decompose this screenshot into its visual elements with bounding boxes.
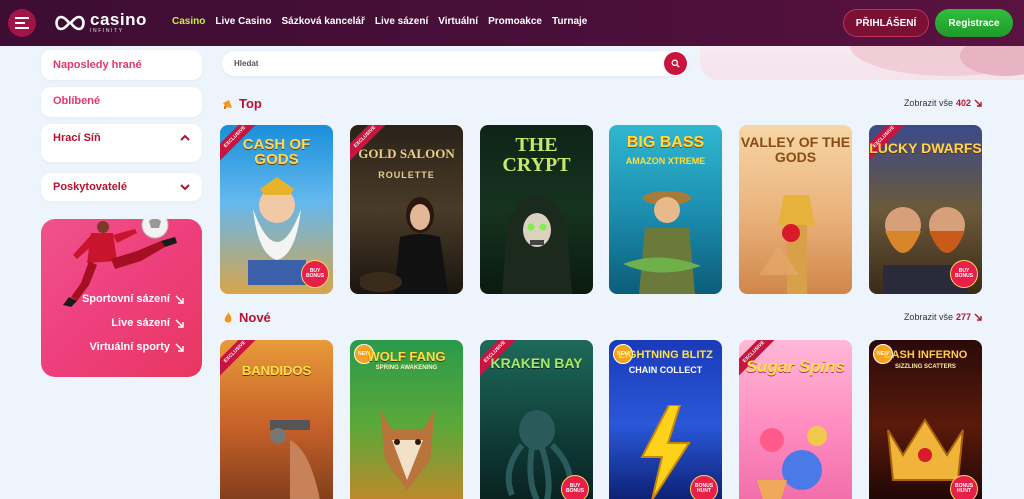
sidebar-item-recent[interactable]: Naposledy hrané	[41, 50, 202, 80]
game-title: VALLEY OF THE GODS	[740, 134, 851, 165]
sidebar-item-label: Hrací Síň	[53, 132, 101, 144]
arrow-down-right-icon	[175, 318, 184, 328]
game-tile-lucky-dwarfs[interactable]: EXCLUSIVE LUCKY DWARFS BUY BONUS	[869, 125, 982, 294]
revolver-illustration	[270, 420, 320, 499]
game-tile-wolf-fang[interactable]: NEW WOLF FANG SPRING AWAKENING	[350, 340, 463, 499]
promo-link-label: Virtuální sporty	[89, 341, 170, 353]
chevron-down-icon	[180, 184, 190, 191]
nav-casino[interactable]: Casino	[172, 16, 205, 27]
game-title: CASH INFERNO	[883, 349, 968, 361]
nav-live-betting[interactable]: Live sázení	[375, 16, 428, 27]
nav-live-casino[interactable]: Live Casino	[215, 16, 271, 27]
game-tile-gold-saloon[interactable]: EXCLUSIVE GOLD SALOON ROULETTE	[350, 125, 463, 294]
game-title: LUCKY DWARFS	[869, 140, 982, 156]
flame-icon	[224, 311, 232, 322]
logo-text: casino	[90, 10, 147, 29]
nav-virtual[interactable]: Virtuální	[438, 16, 478, 27]
nav-promotions[interactable]: Promoakce	[488, 16, 542, 27]
arrow-down-right-icon	[175, 342, 184, 352]
game-title: KRAKEN BAY	[490, 355, 583, 371]
register-button[interactable]: Registrace	[935, 9, 1013, 37]
logo[interactable]: casino INFINITY	[52, 11, 147, 34]
bonus-hunt-badge: BONUS HUNT	[950, 475, 978, 499]
promo-link-label: Sportovní sázení	[81, 293, 170, 305]
search-icon	[671, 59, 680, 68]
game-subtitle: ROULETTE	[378, 170, 435, 180]
show-all-top[interactable]: Zobrazit vše 402	[904, 98, 982, 108]
section-heading: Top	[239, 96, 262, 111]
game-tile-sugar-spins[interactable]: EXCLUSIVE Sugar Spins	[739, 340, 852, 499]
arrow-down-right-icon	[974, 99, 982, 107]
game-subtitle: CHAIN COLLECT	[628, 365, 703, 375]
section-title-new: Nové	[222, 310, 271, 325]
hero-banner-decoration	[700, 46, 1024, 80]
show-all-label: Zobrazit vše	[903, 312, 953, 322]
arrow-down-right-icon	[175, 294, 184, 304]
chevron-up-icon	[180, 134, 190, 141]
game-subtitle: SIZZLING SCATTERS	[895, 364, 956, 370]
game-tile-bandidos[interactable]: EXCLUSIVE BANDIDOS	[220, 340, 333, 499]
top-bar: casino INFINITY Casino Live Casino Sázko…	[0, 0, 1024, 46]
show-all-label: Zobrazit vše	[903, 98, 953, 108]
game-tile-cash-of-gods[interactable]: EXCLUSIVE CASH OF GODS BUY BONUS	[220, 125, 333, 294]
game-title: CASH OF GODS	[242, 136, 311, 168]
game-tile-big-bass[interactable]: BIG BASS AMAZON XTREME	[609, 125, 722, 294]
game-tile-valley-of-the-gods[interactable]: VALLEY OF THE GODS	[739, 125, 852, 294]
game-title: Sugar Spins	[745, 357, 846, 376]
megaphone-icon	[223, 99, 232, 109]
promo-link-label: Live sázení	[111, 317, 170, 329]
show-all-new[interactable]: Zobrazit vše 277	[904, 312, 982, 322]
game-title: THE CRYPT	[502, 134, 571, 176]
game-tile-cash-inferno[interactable]: NEW CASH INFERNO SIZZLING SCATTERS BONUS…	[869, 340, 982, 499]
search-bar[interactable]: Hledat	[222, 51, 688, 76]
buy-bonus-badge: BUY BONUS	[561, 475, 589, 499]
game-title: BANDIDOS	[241, 363, 312, 378]
sidebar-item-label: Oblíbené	[53, 95, 101, 107]
wolf-illustration	[380, 410, 435, 490]
buy-bonus-badge: BUY BONUS	[950, 260, 978, 288]
game-title: LIGHTNING BLITZ	[618, 349, 713, 361]
sidebar-item-favorites[interactable]: Oblíbené	[41, 87, 202, 117]
game-tile-kraken-bay[interactable]: EXCLUSIVE KRAKEN BAY BUY BONUS	[480, 340, 593, 499]
sidebar-item-providers[interactable]: Poskytovatelé	[41, 173, 202, 201]
show-all-count: 402	[955, 98, 971, 108]
skeleton-illustration	[502, 195, 572, 294]
search-button[interactable]	[664, 52, 687, 75]
fisherman-illustration	[623, 191, 701, 294]
game-tile-lightning-blitz[interactable]: NEW LIGHTNING BLITZ CHAIN COLLECT BONUS …	[609, 340, 722, 499]
search-input[interactable]: Hledat	[234, 59, 258, 68]
game-title: GOLD SALOON	[358, 146, 455, 161]
game-title: BIG BASS	[626, 134, 705, 151]
dealer-illustration	[360, 197, 448, 294]
sidebar-item-gaming-hall[interactable]: Hrací Síň	[41, 124, 202, 162]
game-subtitle: SPRING AWAKENING	[375, 365, 438, 371]
lightning-bolt-illustration	[640, 405, 691, 499]
nav-tournaments[interactable]: Turnaje	[552, 16, 587, 27]
candy-illustration	[757, 426, 827, 499]
promo-link-virtual[interactable]: Virtuální sporty	[90, 341, 184, 353]
logo-subtext: INFINITY	[90, 28, 124, 34]
game-subtitle: AMAZON XTREME	[625, 156, 706, 166]
sidebar-item-label: Poskytovatelé	[53, 181, 127, 193]
section-title-top: Top	[222, 96, 262, 111]
menu-button[interactable]	[8, 9, 36, 37]
game-title: WOLF FANG	[367, 349, 446, 364]
promo-link-live[interactable]: Live sázení	[111, 317, 184, 329]
login-button[interactable]: PŘIHLÁŠENÍ	[843, 9, 929, 37]
arrow-down-right-icon	[974, 313, 982, 321]
sidebar-item-label: Naposledy hrané	[53, 59, 142, 71]
game-tile-the-crypt[interactable]: THE CRYPT	[480, 125, 593, 294]
buy-bonus-badge: BUY BONUS	[301, 260, 329, 288]
infinity-icon	[55, 15, 85, 30]
show-all-count: 277	[955, 312, 971, 322]
sports-promo-card: Sportovní sázení Live sázení Virtuální s…	[41, 219, 202, 377]
section-heading: Nové	[239, 310, 271, 325]
promo-link-sports[interactable]: Sportovní sázení	[82, 293, 184, 305]
nav-sportsbook[interactable]: Sázková kancelář	[281, 16, 364, 27]
bonus-hunt-badge: BONUS HUNT	[690, 475, 718, 499]
hamburger-icon	[15, 17, 29, 29]
main-nav: Casino Live Casino Sázková kancelář Live…	[172, 16, 587, 27]
pharaoh-illustration	[759, 195, 815, 294]
